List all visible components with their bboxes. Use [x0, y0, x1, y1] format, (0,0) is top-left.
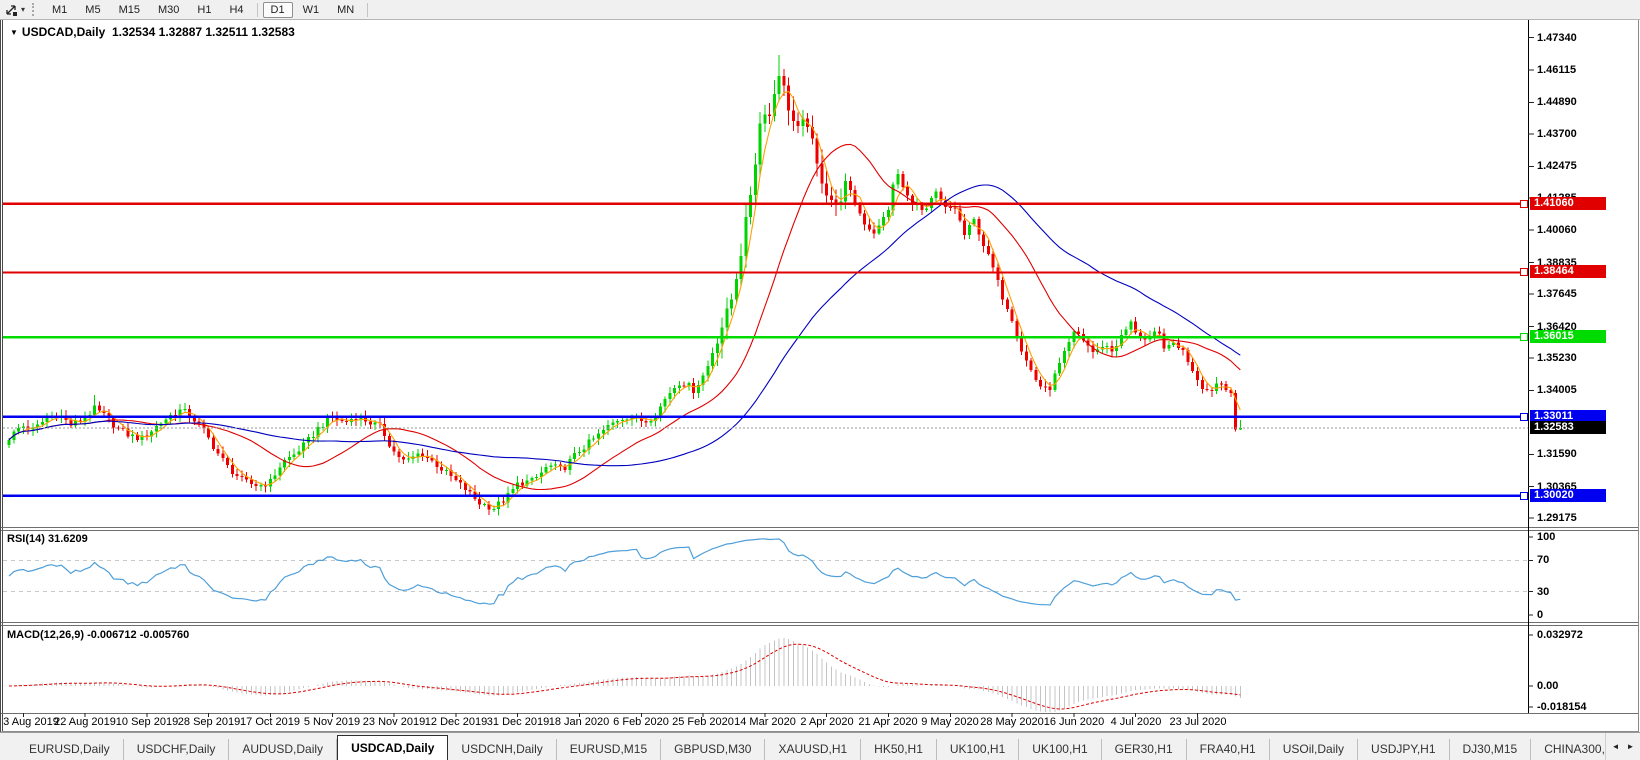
price-axis-label: 1.40060 [1537, 224, 1577, 236]
date-axis-label: 23 Nov 2019 [363, 716, 425, 728]
price-level-label: 1.30020 [1530, 489, 1606, 502]
price-axis-label: 1.47340 [1537, 32, 1577, 44]
date-axis-label: 3 Aug 2019 [3, 716, 59, 728]
tab-scroll-buttons: ◄ ► [1605, 733, 1640, 760]
timeframe-button-h1[interactable]: H1 [189, 2, 219, 18]
macd-axis-label: 0.00 [1537, 680, 1558, 692]
rsi-axis-label: 0 [1537, 609, 1543, 621]
tab-uk100-h1[interactable]: UK100,H1 [937, 739, 1019, 760]
rsi-header: RSI(14) 31.6209 [7, 533, 88, 545]
price-axis-label: 1.42475 [1537, 160, 1577, 172]
price-axis-label: 1.44890 [1537, 96, 1577, 108]
tab-xauusd-h1[interactable]: XAUUSD,H1 [765, 739, 861, 760]
tab-fra40-h1[interactable]: FRA40,H1 [1187, 739, 1270, 760]
price-level-marker [1520, 268, 1528, 276]
chevron-down-icon[interactable]: ▾ [21, 5, 25, 14]
chart-ohlc-values: 1.32534 1.32887 1.32511 1.32583 [112, 25, 295, 39]
tab-ger30-h1[interactable]: GER30,H1 [1102, 739, 1187, 760]
date-axis-label: 14 Mar 2020 [734, 716, 796, 728]
toolbar-separator [367, 3, 368, 17]
date-axis-label: 5 Nov 2019 [304, 716, 360, 728]
toolbar-separator [257, 3, 258, 17]
price-axis-label: 1.46115 [1537, 64, 1576, 76]
tab-eurusd-m15[interactable]: EURUSD,M15 [557, 739, 661, 760]
price-axis-label: 1.29175 [1537, 512, 1577, 524]
tab-eurusd-daily[interactable]: EURUSD,Daily [16, 739, 124, 760]
tab-dj30-m15[interactable]: DJ30,M15 [1450, 739, 1532, 760]
price-level-marker [1520, 492, 1528, 500]
timeframe-button-mn[interactable]: MN [329, 2, 362, 18]
timeframe-button-m5[interactable]: M5 [77, 2, 108, 18]
timeframe-button-m1[interactable]: M1 [44, 2, 75, 18]
rsi-axis-label: 30 [1537, 586, 1549, 598]
price-level-marker [1520, 413, 1528, 421]
price-chart-canvas[interactable] [0, 0, 1640, 759]
chart-title: ▼ USDCAD,Daily 1.32534 1.32887 1.32511 1.… [10, 25, 295, 39]
date-axis-label: 23 Jul 2020 [1170, 716, 1227, 728]
price-axis-label: 1.34005 [1537, 384, 1577, 396]
timeframe-button-d1[interactable]: D1 [263, 2, 293, 18]
tab-usdcad-daily[interactable]: USDCAD,Daily [337, 735, 448, 760]
timeframe-buttons: M1M5M15M30H1H4 D1W1MN [43, 2, 372, 18]
date-axis-label: 22 Aug 2019 [54, 716, 116, 728]
date-axis-label: 21 Apr 2020 [858, 716, 917, 728]
date-axis-label: 28 Sep 2019 [178, 716, 240, 728]
price-level-label: 1.41060 [1530, 197, 1606, 210]
rsi-axis-label: 70 [1537, 554, 1549, 566]
timeframe-button-m30[interactable]: M30 [150, 2, 187, 18]
date-axis-label: 10 Sep 2019 [116, 716, 178, 728]
timeframe-button-m15[interactable]: M15 [111, 2, 148, 18]
price-level-label: 1.38464 [1530, 265, 1606, 278]
macd-current-values: -0.006712 -0.005760 [87, 629, 189, 641]
tab-hk50-h1[interactable]: HK50,H1 [861, 739, 937, 760]
price-level-marker [1520, 200, 1528, 208]
price-axis-label: 1.43700 [1537, 128, 1577, 140]
date-axis-label: 18 Jan 2020 [549, 716, 610, 728]
chart-tabs: EURUSD,DailyUSDCHF,DailyAUDUSD,DailyUSDC… [0, 733, 1640, 760]
date-axis-label: 16 Jun 2020 [1044, 716, 1105, 728]
top-toolbar: ▾ M1M5M15M30H1H4 D1W1MN [0, 0, 1640, 20]
tab-usoil-daily[interactable]: USOil,Daily [1270, 739, 1358, 760]
date-axis-label: 2 Apr 2020 [800, 716, 853, 728]
date-axis-label: 17 Oct 2019 [240, 716, 300, 728]
price-axis-label: 1.31590 [1537, 448, 1577, 460]
tab-gbpusd-m30[interactable]: GBPUSD,M30 [661, 739, 765, 760]
toolbar-grip[interactable] [32, 3, 37, 16]
mt4-application: ▾ M1M5M15M30H1H4 D1W1MN ▼ USDCAD,Daily 1.3… [0, 0, 1640, 759]
price-level-marker [1520, 333, 1528, 341]
tab-scroll-left-icon[interactable]: ◄ [1612, 742, 1620, 751]
price-axis-label: 1.37645 [1537, 288, 1577, 300]
date-axis-label: 25 Feb 2020 [672, 716, 734, 728]
tab-scroll-right-icon[interactable]: ► [1627, 742, 1635, 751]
chart-symbol-label: USDCAD,Daily [22, 25, 105, 39]
tab-uk100-h1[interactable]: UK100,H1 [1019, 739, 1101, 760]
tab-usdchf-daily[interactable]: USDCHF,Daily [124, 739, 230, 760]
tab-usdcnh-daily[interactable]: USDCNH,Daily [448, 739, 556, 760]
price-level-label: 1.32583 [1530, 421, 1606, 434]
date-axis-label: 12 Dec 2019 [425, 716, 487, 728]
rsi-axis-label: 100 [1537, 531, 1555, 543]
macd-axis-label: -0.018154 [1537, 701, 1587, 713]
crosshair-tool-icon[interactable] [4, 3, 20, 17]
price-level-label: 1.36015 [1530, 330, 1606, 343]
date-axis-label: 28 May 2020 [980, 716, 1044, 728]
tab-usdjpy-h1[interactable]: USDJPY,H1 [1358, 739, 1449, 760]
timeframe-button-w1[interactable]: W1 [295, 2, 328, 18]
macd-header: MACD(12,26,9) -0.006712 -0.005760 [7, 629, 189, 641]
timeframe-button-h4[interactable]: H4 [221, 2, 251, 18]
chart-tabs-bar: EURUSD,DailyUSDCHF,DailyAUDUSD,DailyUSDC… [0, 732, 1640, 760]
date-axis-label: 9 May 2020 [921, 716, 978, 728]
date-axis-label: 31 Dec 2019 [487, 716, 549, 728]
collapse-triangle-icon[interactable]: ▼ [10, 28, 18, 37]
macd-axis-label: 0.032972 [1537, 629, 1583, 641]
price-axis-label: 1.35230 [1537, 352, 1577, 364]
date-axis-label: 4 Jul 2020 [1111, 716, 1162, 728]
rsi-current-value: 31.6209 [48, 533, 88, 545]
date-axis-label: 6 Feb 2020 [613, 716, 669, 728]
tab-audusd-daily[interactable]: AUDUSD,Daily [229, 739, 337, 760]
